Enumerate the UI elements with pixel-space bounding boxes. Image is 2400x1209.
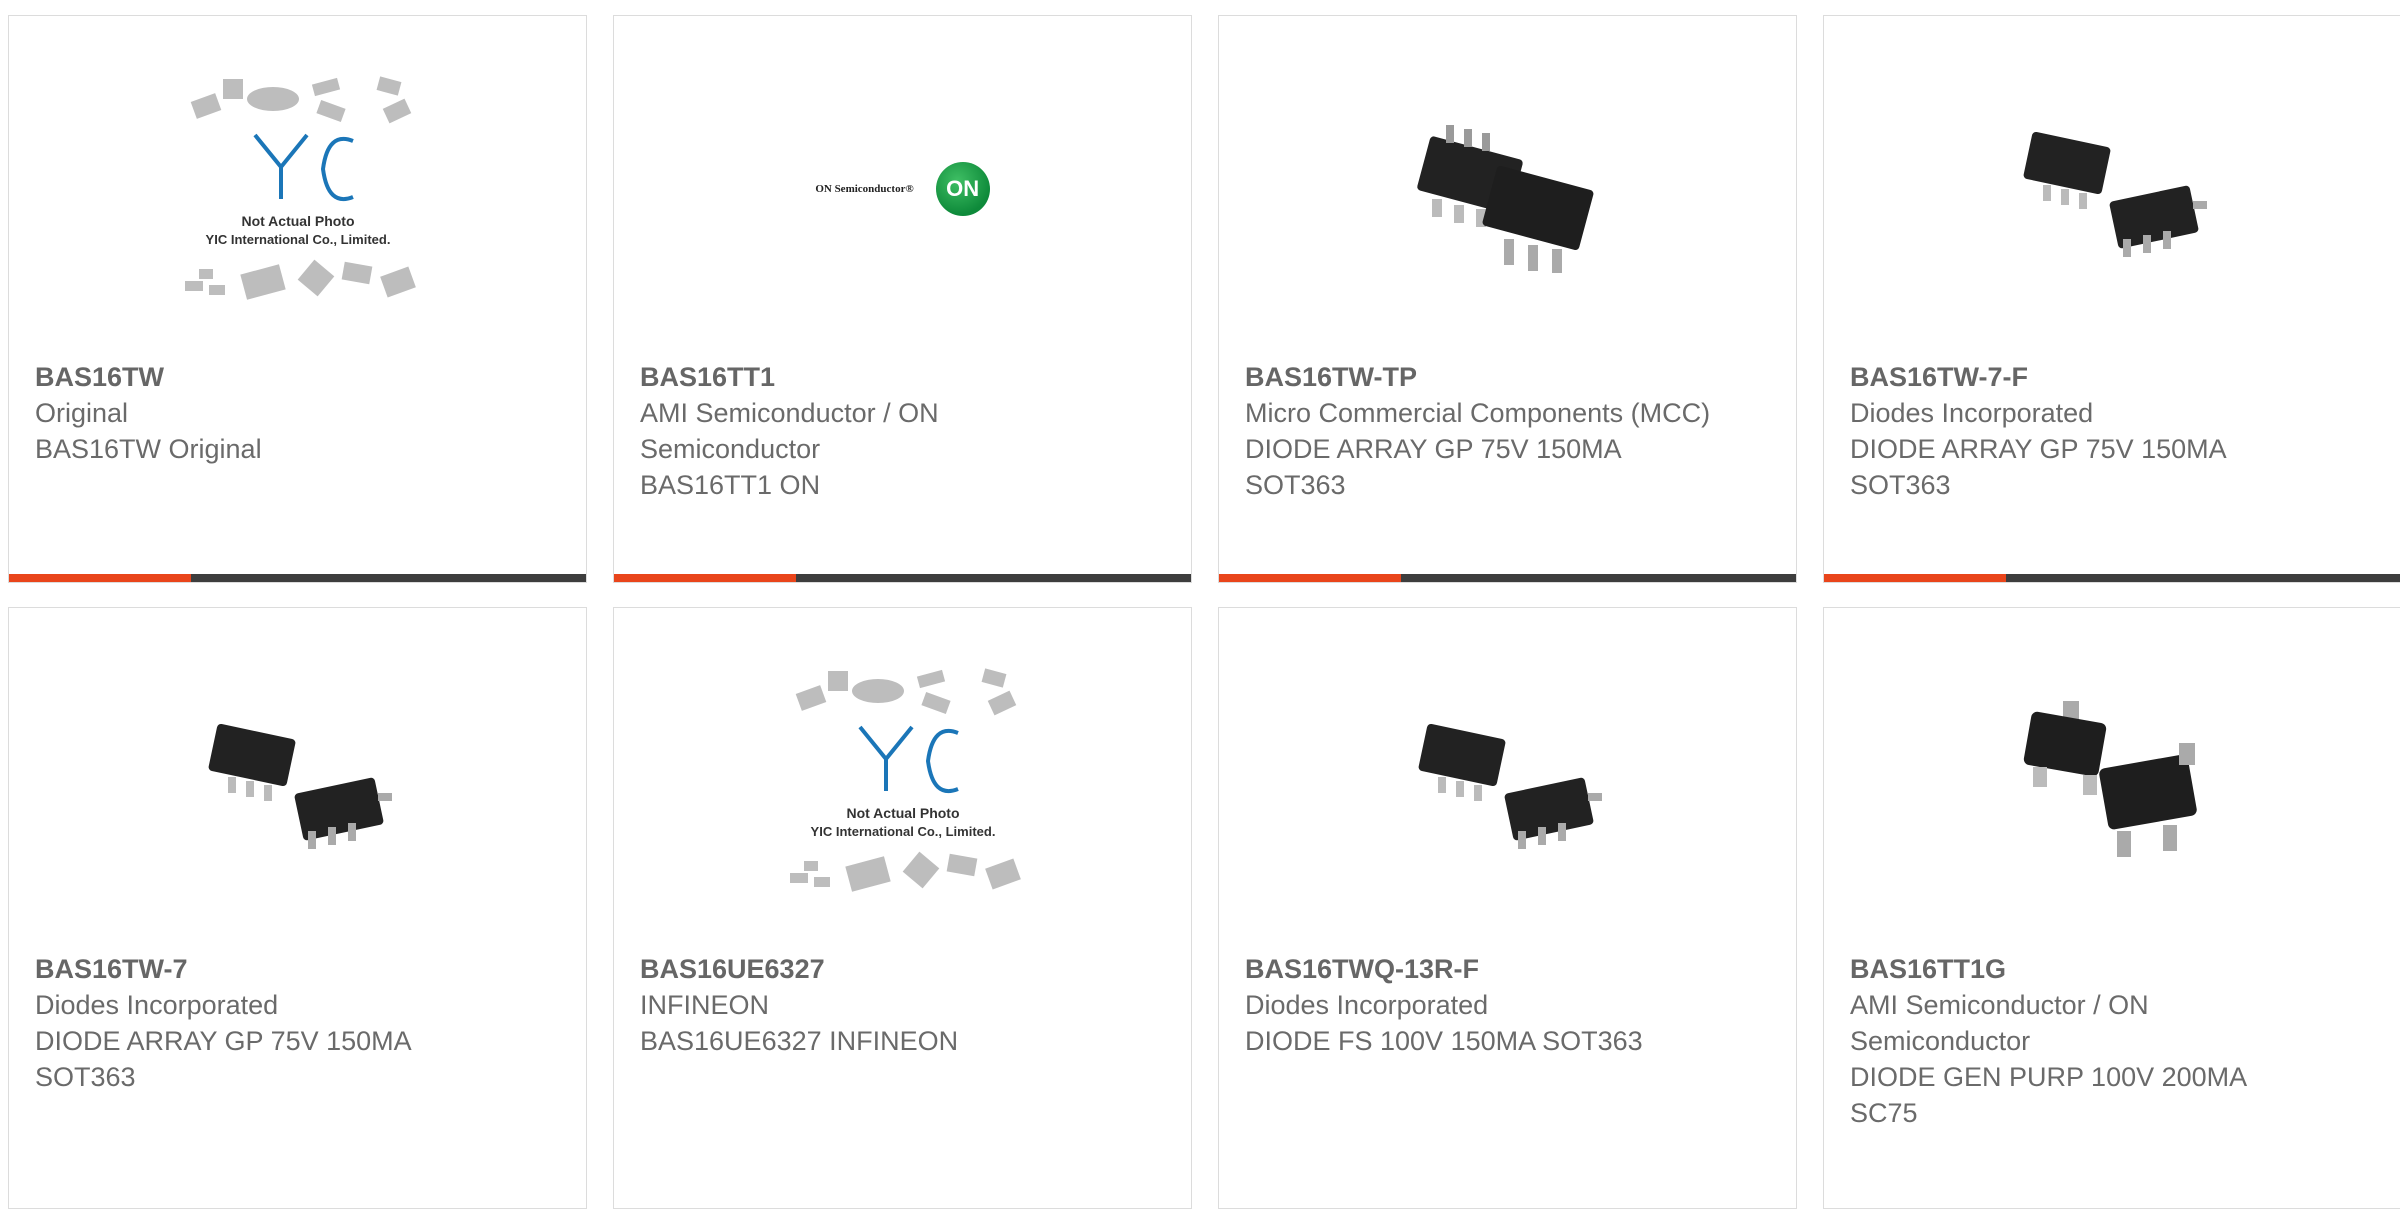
- product-image: [1824, 16, 2400, 361]
- on-logo-icon: ON: [935, 161, 990, 216]
- product-card[interactable]: Not Actual Photo YIC International Co., …: [613, 607, 1192, 1209]
- photo-caption-2: YIC International Co., Limited.: [205, 232, 390, 247]
- manufacturer: AMI Semiconductor / ON Semiconductor: [640, 398, 939, 464]
- part-number[interactable]: BAS16TWQ-13R-F: [1245, 951, 1770, 987]
- part-number[interactable]: BAS16TW-TP: [1245, 359, 1770, 395]
- product-image: ON Semiconductor® ON: [614, 16, 1191, 361]
- part-number[interactable]: BAS16TW-7: [35, 951, 560, 987]
- card-bar: [1824, 574, 2400, 582]
- product-card[interactable]: BAS16TW-7-F Diodes Incorporated DIODE AR…: [1823, 15, 2400, 583]
- product-card[interactable]: BAS16TW-7 Diodes Incorporated DIODE ARRA…: [8, 607, 587, 1209]
- sot363-package-image: [1416, 124, 1593, 273]
- manufacturer: Diodes Incorporated: [1245, 990, 1489, 1020]
- photo-caption-2: YIC International Co., Limited.: [810, 824, 995, 839]
- card-bar-accent: [1219, 574, 1401, 582]
- product-image: [1824, 608, 2400, 953]
- card-bar: [614, 574, 1191, 582]
- part-number[interactable]: BAS16TW: [35, 359, 560, 395]
- product-image: [9, 608, 586, 953]
- description: BAS16TT1 ON: [640, 470, 821, 500]
- not-actual-photo-image: Not Actual Photo YIC International Co., …: [789, 667, 1021, 892]
- part-number[interactable]: BAS16TT1G: [1850, 951, 2375, 987]
- manufacturer: Micro Commercial Components (MCC): [1245, 398, 1711, 428]
- description: DIODE GEN PURP 100V 200MA SC75: [1850, 1062, 2246, 1128]
- photo-caption-1: Not Actual Photo: [846, 805, 959, 821]
- card-bar-accent: [9, 574, 191, 582]
- description: BAS16UE6327 INFINEON: [640, 1026, 959, 1056]
- logo-text: ON Semiconductor®: [815, 182, 914, 195]
- on-semiconductor-logo: ON Semiconductor® ON: [815, 161, 990, 216]
- photo-caption-1: Not Actual Photo: [241, 213, 354, 229]
- product-grid: Not Actual Photo YIC International Co., …: [8, 15, 2400, 1209]
- manufacturer: Diodes Incorporated: [1850, 398, 2094, 428]
- description: DIODE ARRAY GP 75V 150MA SOT363: [1850, 434, 2226, 500]
- manufacturer: INFINEON: [640, 990, 770, 1020]
- description: DIODE ARRAY GP 75V 150MA SOT363: [1245, 434, 1621, 500]
- sot363-package-image: [1418, 723, 1602, 849]
- sot363-package-image: [208, 723, 392, 849]
- part-number[interactable]: BAS16UE6327: [640, 951, 1165, 987]
- not-actual-photo-image: Not Actual Photo YIC International Co., …: [184, 75, 416, 300]
- product-image: [1219, 608, 1796, 953]
- part-number[interactable]: BAS16TT1: [640, 359, 1165, 395]
- card-bar-accent: [1824, 574, 2006, 582]
- product-card[interactable]: BAS16TT1G AMI Semiconductor / ON Semicon…: [1823, 607, 2400, 1209]
- product-card[interactable]: BAS16TW-TP Micro Commercial Components (…: [1218, 15, 1797, 583]
- product-image: Not Actual Photo YIC International Co., …: [9, 16, 586, 361]
- card-bar: [9, 574, 586, 582]
- sot363-package-image: [2023, 131, 2207, 257]
- product-image: [1219, 16, 1796, 361]
- product-image: Not Actual Photo YIC International Co., …: [614, 608, 1191, 953]
- description: BAS16TW Original: [35, 434, 262, 464]
- description: DIODE FS 100V 150MA SOT363: [1245, 1026, 1643, 1056]
- product-card[interactable]: Not Actual Photo YIC International Co., …: [8, 15, 587, 583]
- description: DIODE ARRAY GP 75V 150MA SOT363: [35, 1026, 411, 1092]
- manufacturer: Diodes Incorporated: [35, 990, 279, 1020]
- product-card[interactable]: ON Semiconductor® ON BAS16TT1 AMI Semico…: [613, 15, 1192, 583]
- sc75-package-image: [2023, 700, 2197, 857]
- manufacturer: Original: [35, 398, 129, 428]
- card-bar: [1219, 574, 1796, 582]
- card-bar-accent: [614, 574, 796, 582]
- product-card[interactable]: BAS16TWQ-13R-F Diodes Incorporated DIODE…: [1218, 607, 1797, 1209]
- manufacturer: AMI Semiconductor / ON Semiconductor: [1850, 990, 2149, 1056]
- part-number[interactable]: BAS16TW-7-F: [1850, 359, 2375, 395]
